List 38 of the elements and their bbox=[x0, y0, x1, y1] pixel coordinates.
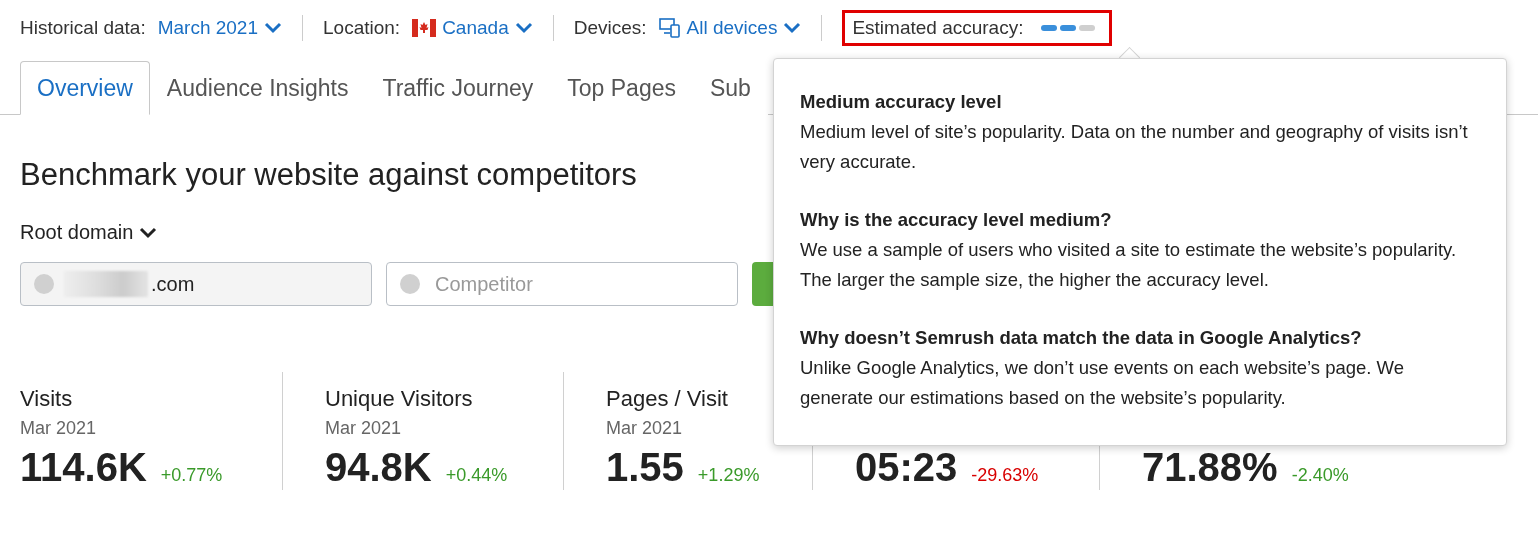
metric-change: +1.29% bbox=[697, 465, 760, 486]
root-domain-dropdown[interactable]: Root domain bbox=[20, 221, 158, 244]
accuracy-label: Estimated accuracy: bbox=[852, 17, 1024, 39]
popover-text: Unlike Google Analytics, we don’t use events on each website’s page. We generate our estimations based on the website’s popularity. bbox=[800, 356, 1405, 410]
filter-label: Location: bbox=[323, 17, 401, 39]
devices-icon bbox=[658, 17, 681, 39]
metric-change: +0.77% bbox=[160, 465, 223, 486]
page-heading: Benchmark your website against competitors bbox=[20, 157, 637, 193]
popover-text: Medium level of site’s popularity. Data on the number and geography of visits isn’t very accurate. bbox=[800, 120, 1469, 174]
flag-icon bbox=[412, 19, 437, 37]
metric-change: -29.63% bbox=[971, 465, 1039, 486]
popover-title: Why is the accuracy level medium? bbox=[800, 208, 1113, 232]
popover-text: We use a sample of users who visited a site to estimate the website’s popularity. The larger the sample size, the higher the accuracy level. bbox=[800, 238, 1458, 292]
metric-value: 05:23 bbox=[855, 445, 958, 490]
metric-change: +0.44% bbox=[445, 465, 508, 486]
tab[interactable]: Overview bbox=[20, 61, 150, 115]
chevron-down-icon bbox=[514, 22, 533, 34]
metric-title: Unique Visitors bbox=[325, 386, 474, 412]
metric-value: 1.55 bbox=[606, 445, 684, 490]
filter-label: Historical data: bbox=[20, 17, 146, 39]
metric-period: Mar 2021 bbox=[20, 418, 98, 439]
metric-value: 71.88% bbox=[1142, 445, 1278, 490]
chevron-down-icon bbox=[783, 22, 802, 34]
popover-title: Why doesn’t Semrush data match the data in Google Analytics? bbox=[800, 326, 1363, 350]
metric-period: Mar 2021 bbox=[325, 418, 403, 439]
chevron-down-icon bbox=[264, 22, 282, 34]
metric-change: -2.40% bbox=[1291, 465, 1349, 486]
filter-dropdown[interactable]: March 2021 bbox=[157, 17, 282, 39]
filter-label: Devices: bbox=[573, 17, 647, 39]
metric-value: 94.8K bbox=[325, 445, 432, 490]
metric-period: Mar 2021 bbox=[606, 418, 684, 439]
popover-title: Medium accuracy level bbox=[800, 90, 1003, 114]
filter-dropdown[interactable]: All devices bbox=[658, 17, 802, 39]
chevron-down-icon bbox=[139, 226, 158, 239]
metric-value: 114.6K bbox=[20, 445, 147, 490]
filter-dropdown[interactable]: Canada bbox=[412, 17, 533, 39]
competitor-field[interactable]: Competitor bbox=[386, 262, 738, 306]
metric-title: Visits bbox=[20, 386, 74, 412]
